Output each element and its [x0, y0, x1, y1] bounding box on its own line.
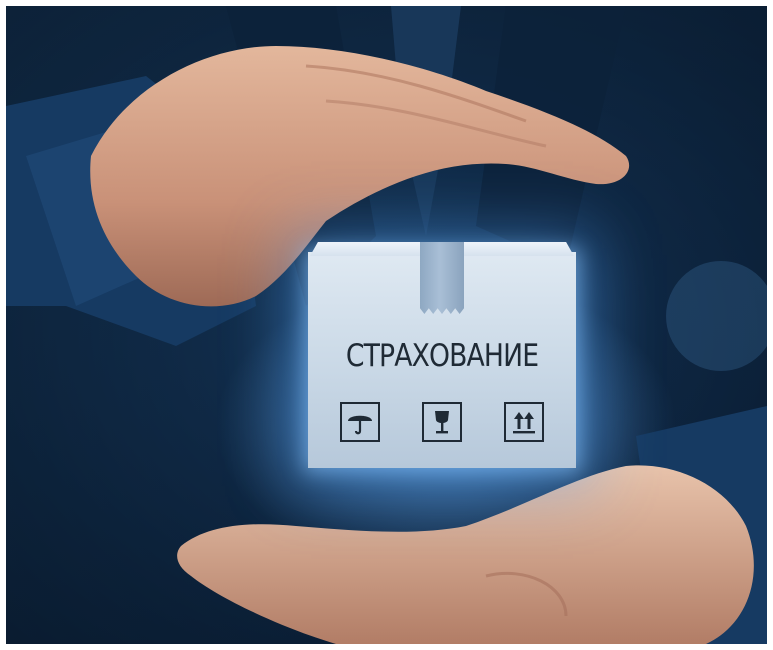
box-tape	[420, 242, 464, 314]
box-label: СТРАХОВАНИЕ	[345, 338, 539, 374]
insurance-photo: СТРАХОВАНИЕ	[6, 6, 767, 644]
umbrella-icon	[340, 402, 380, 442]
fragile-glass-icon	[422, 402, 462, 442]
insurance-box: СТРАХОВАНИЕ	[308, 242, 580, 474]
handling-icons	[340, 402, 544, 444]
this-way-up-icon	[504, 402, 544, 442]
